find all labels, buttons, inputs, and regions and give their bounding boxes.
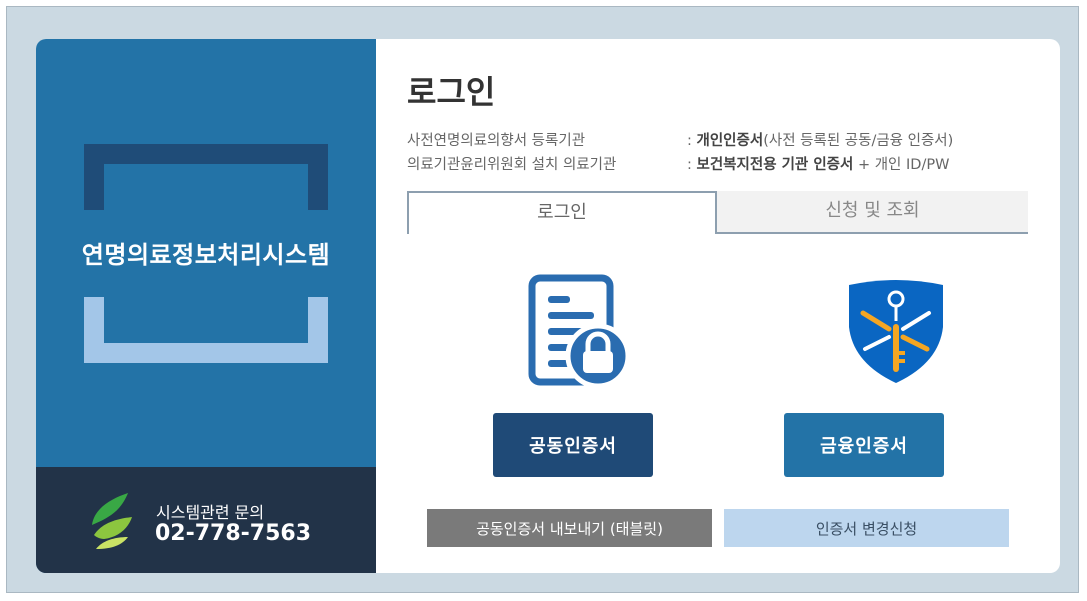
info-detail: + 개인 ID/PW — [853, 157, 950, 173]
main-panel: 로그인 사전연명의료의향서 등록기관: 개인인증서(사전 등록된 공동/금융 인… — [376, 39, 1060, 573]
info-colon: : — [687, 157, 697, 173]
document-lock-icon[interactable] — [526, 274, 636, 389]
window-frame: 연명의료정보처리시스템 시스템관련 문의 02-778-7563 로그인 사전연… — [6, 6, 1079, 593]
change-cert-button[interactable]: 인증서 변경신청 — [724, 509, 1009, 547]
info-line-ethics-committee: 의료기관윤리위원회 설치 의료기관: 보건복지전용 기관 인증서 + 개인 ID… — [407, 153, 949, 174]
page-title: 로그인 — [407, 73, 496, 111]
info-label: 의료기관윤리위원회 설치 의료기관 — [407, 157, 617, 173]
tab-login[interactable]: 로그인 — [407, 191, 717, 234]
info-line-registered-org: 사전연명의료의향서 등록기관: 개인인증서(사전 등록된 공동/금융 인증서) — [407, 129, 953, 150]
key-shield-icon[interactable] — [841, 277, 951, 385]
sidebar-panel: 연명의료정보처리시스템 시스템관련 문의 02-778-7563 — [36, 39, 376, 573]
system-title: 연명의료정보처리시스템 — [81, 241, 331, 269]
leaf-logo-icon — [92, 493, 132, 549]
export-cert-button[interactable]: 공동인증서 내보내기 (태블릿) — [427, 509, 712, 547]
tab-apply-inquiry[interactable]: 신청 및 조회 — [717, 191, 1028, 234]
login-card: 연명의료정보처리시스템 시스템관련 문의 02-778-7563 로그인 사전연… — [36, 39, 1060, 573]
finance-cert-button[interactable]: 금융인증서 — [784, 413, 944, 477]
info-colon: : — [687, 133, 697, 149]
tab-bar: 로그인 신청 및 조회 — [407, 191, 1028, 234]
public-cert-button[interactable]: 공동인증서 — [493, 413, 653, 477]
info-label: 사전연명의료의향서 등록기관 — [407, 133, 586, 149]
info-method: 개인인증서 — [696, 133, 764, 149]
info-detail: (사전 등록된 공동/금융 인증서) — [763, 133, 954, 149]
contact-footer: 시스템관련 문의 02-778-7563 — [36, 467, 376, 573]
info-method: 보건복지전용 기관 인증서 — [696, 157, 854, 173]
contact-phone: 02-778-7563 — [155, 521, 312, 546]
bracket-bottom-decoration — [84, 297, 328, 363]
bracket-top-decoration — [84, 144, 328, 210]
contact-label: 시스템관련 문의 — [156, 503, 265, 522]
